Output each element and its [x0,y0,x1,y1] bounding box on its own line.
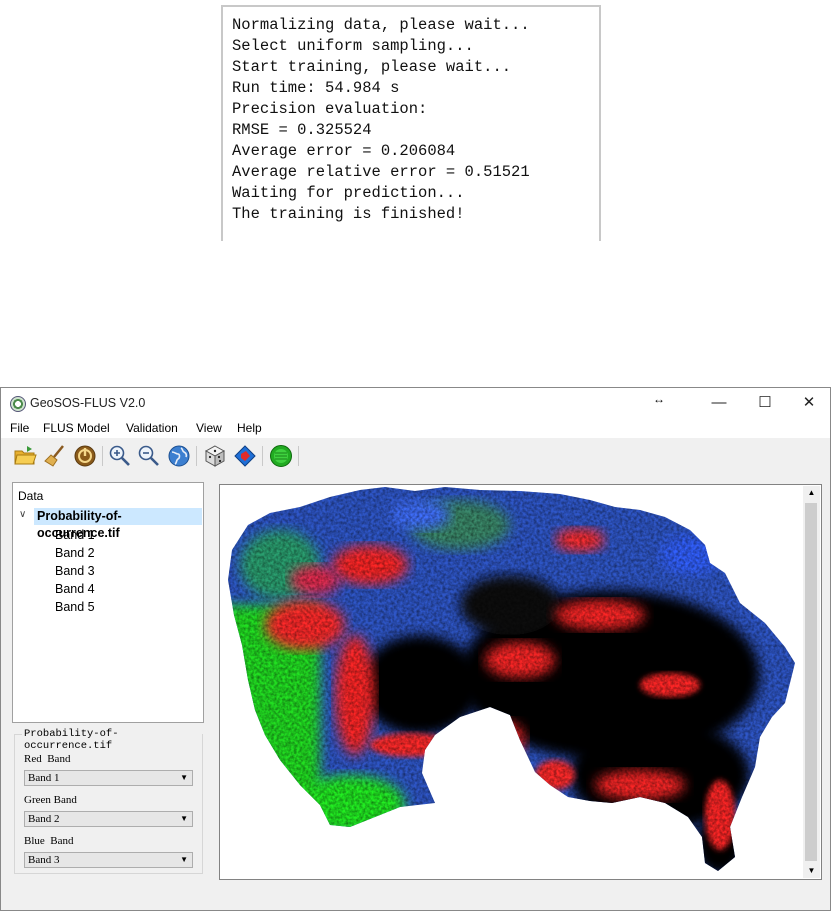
group-title: Probability-of-occurrence.tif [22,728,202,752]
blue-band-label: Blue Band [24,835,74,847]
log-line: Select uniform sampling... [232,37,474,55]
toolbar-separator [196,446,197,466]
dropdown-arrow-icon: ▼ [180,855,188,864]
globe-icon[interactable] [167,444,191,468]
log-line: Run time: 54.984 s [232,79,400,97]
tree-item-root[interactable]: ∨ Probability-of-occurrence.tif [16,508,202,540]
toolbar [1,440,830,472]
status-bar [1,890,830,910]
log-line: RMSE = 0.325524 [232,121,372,139]
log-line: Precision evaluation: [232,100,428,118]
tree-item-band-5[interactable]: Band 5 [55,600,95,614]
window-title: GeoSOS-FLUS V2.0 [30,396,146,410]
tree-item-root-label[interactable]: Probability-of-occurrence.tif [34,508,202,540]
tree-item-band-3[interactable]: Band 3 [55,564,95,578]
blue-band-select[interactable]: Band 3 ▼ [24,852,193,868]
scrollbar-thumb[interactable] [805,503,817,861]
chevron-down-icon[interactable]: ∨ [19,509,26,520]
green-band-label: Green Band [24,794,77,806]
data-tree-panel: Data ∨ Probability-of-occurrence.tif Ban… [12,482,204,723]
menu-bar: File FLUS Model Validation View Help [1,418,830,438]
close-button[interactable]: ✕ [786,391,831,415]
map-view[interactable]: ▲ ▼ [219,484,822,880]
tree-item-band-4[interactable]: Band 4 [55,582,95,596]
minimize-button[interactable]: — [696,391,742,415]
broom-clear-icon[interactable] [43,444,67,468]
blue-band-value: Band 3 [28,854,60,866]
menu-file[interactable]: File [10,421,29,435]
toolbar-separator [262,446,263,466]
power-icon[interactable] [73,444,97,468]
red-band-select[interactable]: Band 1 ▼ [24,770,193,786]
green-band-select[interactable]: Band 2 ▼ [24,811,193,827]
map-raster [228,487,795,871]
resize-cursor-icon: ↔ [653,392,665,406]
menu-validation[interactable]: Validation [126,421,178,435]
layers-icon[interactable] [233,444,257,468]
dropdown-arrow-icon: ▼ [180,814,188,823]
dropdown-arrow-icon: ▼ [180,773,188,782]
menu-view[interactable]: View [196,421,222,435]
title-bar[interactable]: GeoSOS-FLUS V2.0 ↔ — ☐ ✕ [1,388,830,418]
dice-icon[interactable] [203,444,227,468]
log-line: Waiting for prediction... [232,184,465,202]
menu-flus-model[interactable]: FLUS Model [43,421,110,435]
zoom-in-icon[interactable] [108,444,132,468]
toolbar-separator [102,446,103,466]
maximize-button[interactable]: ☐ [742,391,788,415]
log-line: Average relative error = 0.51521 [232,163,530,181]
scroll-up-arrow-icon[interactable]: ▲ [803,486,820,500]
zoom-out-icon[interactable] [137,444,161,468]
menu-help[interactable]: Help [237,421,262,435]
log-line: The training is finished! [232,205,465,223]
training-log-panel: Normalizing data, please wait... Select … [221,5,601,241]
green-band-value: Band 2 [28,813,60,825]
app-window: GeoSOS-FLUS V2.0 ↔ — ☐ ✕ File FLUS Model… [0,387,831,911]
scroll-down-arrow-icon[interactable]: ▼ [803,864,820,878]
band-selection-group: Probability-of-occurrence.tif Red Band B… [14,728,203,874]
log-line: Average error = 0.206084 [232,142,456,160]
red-band-value: Band 1 [28,772,60,784]
toolbar-separator [298,446,299,466]
tree-item-band-1[interactable]: Band 1 [55,528,95,542]
tree-item-band-2[interactable]: Band 2 [55,546,95,560]
probability-map-image[interactable] [220,485,804,879]
start-icon[interactable] [269,444,293,468]
tree-header: Data [18,489,44,503]
open-folder-icon[interactable] [13,444,37,468]
vertical-scrollbar[interactable]: ▲ ▼ [803,486,820,878]
log-line: Start training, please wait... [232,58,512,76]
app-logo-icon [10,396,26,412]
red-band-label: Red Band [24,753,71,765]
log-line: Normalizing data, please wait... [232,16,530,34]
